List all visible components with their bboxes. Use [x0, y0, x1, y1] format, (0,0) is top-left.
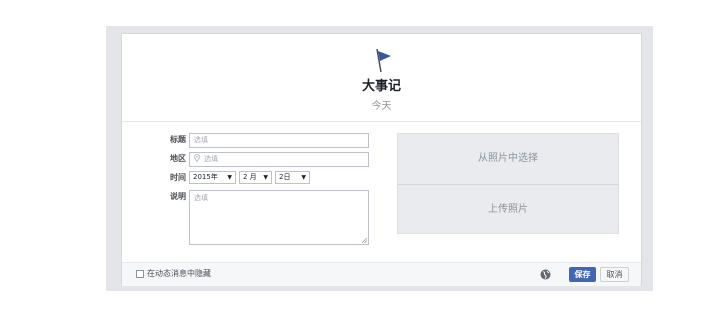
upload-photo-button[interactable]: 上传照片	[398, 185, 618, 235]
day-select[interactable]: 2日 ▼	[275, 171, 310, 184]
year-value: 2015年	[193, 173, 218, 181]
location-label: 地区	[170, 154, 186, 163]
pin-icon	[194, 154, 200, 162]
life-event-dialog: 大事记 今天 标题 选填 地区 选填 时间 2015年 ▼ 2 月 ▼ 2日 ▼…	[121, 33, 642, 286]
save-button[interactable]: 保存	[569, 267, 596, 282]
title-placeholder: 选填	[194, 136, 208, 144]
resize-handle-icon[interactable]	[361, 237, 367, 243]
dialog-subtitle: 今天	[371, 101, 392, 112]
photo-picker: 从照片中选择 上传照片	[397, 133, 619, 234]
year-select[interactable]: 2015年 ▼	[189, 171, 236, 184]
chevron-down-icon: ▼	[301, 174, 306, 181]
flag-icon	[376, 48, 391, 73]
hide-from-feed-checkbox[interactable]	[136, 270, 144, 278]
choose-photo-button[interactable]: 从照片中选择	[398, 134, 618, 184]
chevron-down-icon: ▼	[227, 174, 232, 181]
month-select[interactable]: 2 月 ▼	[239, 171, 272, 184]
day-value: 2日	[279, 173, 291, 181]
dialog-title: 大事记	[361, 79, 401, 94]
description-label: 说明	[170, 192, 186, 201]
title-label: 标题	[170, 135, 186, 144]
location-input[interactable]: 选填	[189, 152, 369, 167]
header-divider	[122, 121, 641, 122]
chevron-down-icon: ▼	[263, 174, 268, 181]
dialog-footer: 在动态消息中隐藏 保存 取消	[122, 262, 641, 286]
cancel-button[interactable]: 取消	[600, 267, 629, 282]
dialog-header: 大事记 今天	[122, 34, 641, 118]
hide-from-feed-label[interactable]: 在动态消息中隐藏	[147, 268, 211, 280]
description-textarea[interactable]: 选填	[189, 190, 369, 245]
month-value: 2 月	[243, 173, 257, 181]
location-placeholder: 选填	[204, 155, 218, 163]
globe-icon[interactable]	[540, 269, 551, 280]
description-placeholder: 选填	[194, 194, 208, 202]
time-label: 时间	[170, 173, 186, 182]
title-input[interactable]: 选填	[189, 133, 369, 148]
